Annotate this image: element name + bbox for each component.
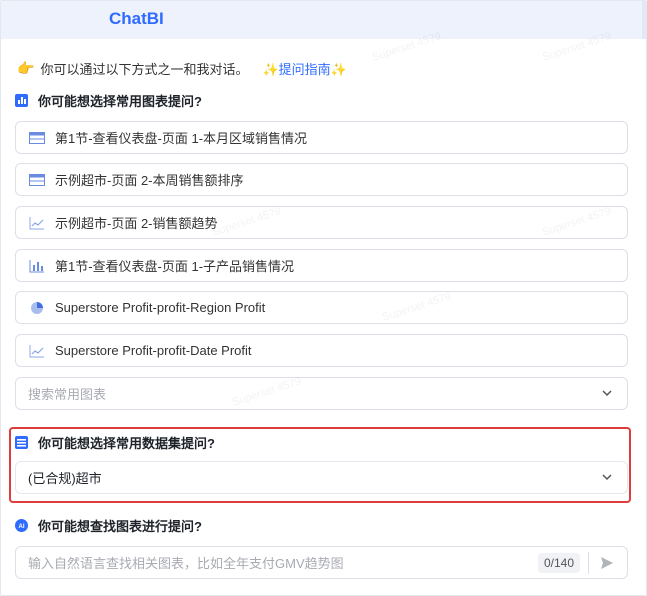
table-icon (29, 131, 45, 145)
app-title: ChatBI (109, 9, 164, 28)
intro-line: 👉 你可以通过以下方式之一和我对话。 ✨提问指南✨ (17, 59, 347, 78)
dataset-select-value: (已合规)超市 (28, 471, 102, 486)
scrollbar[interactable] (642, 1, 646, 39)
ai-icon: AI (15, 519, 28, 532)
chart-item[interactable]: 第1节-查看仪表盘-页面 1-子产品销售情况 (15, 249, 628, 282)
pointing-hand-icon: 👉 (17, 60, 35, 76)
query-placeholder: 输入自然语言查找相关图表，比如全年支付GMV趋势图 (28, 556, 344, 571)
svg-text:AI: AI (19, 524, 25, 530)
charts-title-text: 你可能想选择常用图表提问? (38, 94, 202, 109)
dataset-section-icon (15, 436, 28, 449)
chart-item-label: 示例超市-页面 2-销售额趋势 (55, 216, 218, 231)
sparkle-icon: ✨ (262, 62, 279, 77)
dataset-select[interactable]: (已合规)超市 (15, 461, 628, 494)
line-chart-icon (29, 344, 45, 358)
chart-item-label: Superstore Profit-profit-Region Profit (55, 300, 266, 315)
chart-item[interactable]: Superstore Profit-profit-Date Profit (15, 334, 628, 367)
chart-item-label: 第1节-查看仪表盘-页面 1-子产品销售情况 (55, 259, 295, 274)
chart-item[interactable]: 第1节-查看仪表盘-页面 1-本月区域销售情况 (15, 121, 628, 154)
send-icon[interactable] (599, 555, 615, 571)
chart-item[interactable]: Superstore Profit-profit-Region Profit (15, 291, 628, 324)
char-counter: 0/140 (537, 552, 580, 573)
charts-section-title: 你可能想选择常用图表提问? (15, 91, 202, 110)
header: ChatBI (1, 1, 646, 39)
line-chart-icon (29, 216, 45, 230)
chart-item-label: Superstore Profit-profit-Date Profit (55, 343, 252, 358)
chart-item-label: 第1节-查看仪表盘-页面 1-本月区域销售情况 (55, 131, 308, 146)
chart-item-label: 示例超市-页面 2-本周销售额排序 (55, 173, 244, 188)
find-section-title: AI 你可能想查找图表进行提问? (15, 516, 202, 535)
bar-chart-icon (29, 259, 45, 273)
chevron-down-icon (602, 474, 612, 481)
table-icon (29, 173, 45, 187)
divider (588, 551, 589, 574)
guide-label: 提问指南 (278, 62, 331, 77)
guide-link[interactable]: ✨提问指南✨ (262, 59, 346, 78)
chart-search-select[interactable]: 搜索常用图表 (15, 377, 628, 410)
sparkle-icon: ✨ (330, 62, 347, 77)
find-title-text: 你可能想查找图表进行提问? (38, 519, 202, 534)
chart-search-placeholder: 搜索常用图表 (28, 387, 107, 402)
query-input[interactable]: 输入自然语言查找相关图表，比如全年支付GMV趋势图 0/140 (15, 546, 628, 579)
chevron-down-icon (602, 390, 612, 397)
intro-text: 你可以通过以下方式之一和我对话。 (40, 62, 249, 77)
chatbi-panel: ChatBI 👉 你可以通过以下方式之一和我对话。 ✨提问指南✨ 你可能想选择常… (0, 0, 647, 596)
chart-section-icon (15, 94, 28, 107)
dataset-section-title: 你可能想选择常用数据集提问? (15, 433, 215, 452)
dataset-title-text: 你可能想选择常用数据集提问? (38, 436, 215, 451)
pie-chart-icon (29, 301, 45, 315)
chart-item[interactable]: 示例超市-页面 2-本周销售额排序 (15, 163, 628, 196)
chart-item[interactable]: 示例超市-页面 2-销售额趋势 (15, 206, 628, 239)
